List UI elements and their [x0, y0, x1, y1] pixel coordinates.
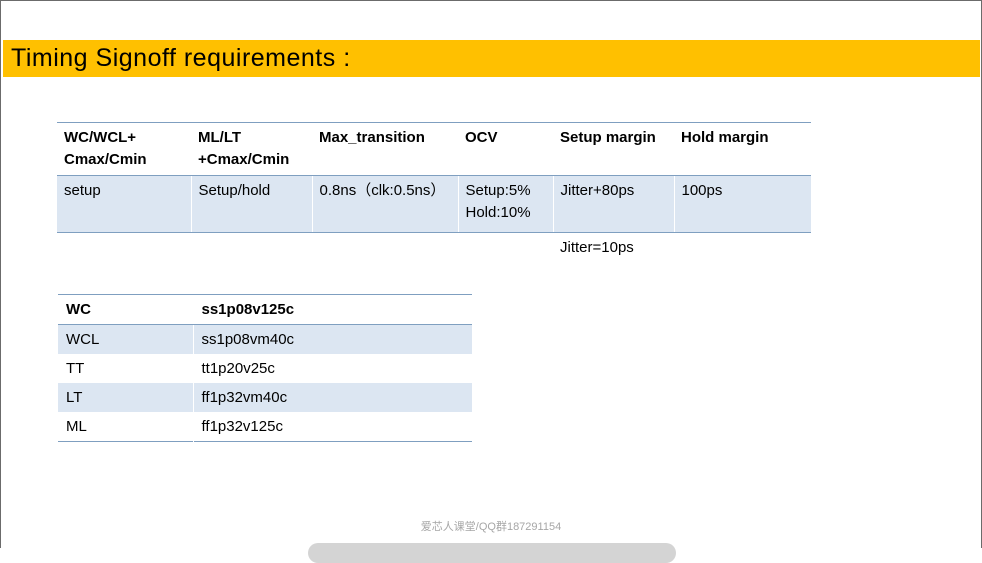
- table-header-row: WC/WCL+ Cmax/Cmin ML/LT +Cmax/Cmin Max_tra…: [57, 122, 811, 176]
- table-row: TT tt1p20v25c: [58, 354, 472, 383]
- table-row: setup Setup/hold 0.8ns（clk:0.5ns） Setup:…: [57, 175, 811, 233]
- corner-table: WC ss1p08v125c WCL ss1p08vm40c TT tt1p20…: [58, 294, 472, 442]
- cell-setup-margin: Jitter+80ps: [552, 175, 674, 233]
- cell-ocv: Setup:5% Hold:10%: [457, 175, 553, 233]
- table-row: WC ss1p08v125c: [58, 294, 472, 325]
- header-setup-margin: Setup margin: [560, 129, 656, 146]
- header-wc-wcl: WC/WCL+ Cmax/Cmin: [64, 129, 147, 168]
- header-max-transition: Max_transition: [319, 129, 425, 146]
- cell-max-transition: 0.8ns（clk:0.5ns）: [311, 175, 458, 233]
- slide-title: Timing Signoff requirements :: [11, 44, 351, 72]
- header-hold-margin: Hold margin: [681, 129, 769, 146]
- corner-lib: tt1p20v25c: [192, 354, 472, 383]
- title-banner: Timing Signoff requirements :: [3, 40, 980, 77]
- cell-hold-margin: 100ps: [673, 175, 811, 233]
- slide-frame: [0, 0, 982, 548]
- corner-name: LT: [58, 383, 193, 412]
- table-row: LT ff1p32vm40c: [58, 383, 472, 412]
- corner-lib: ss1p08vm40c: [192, 324, 472, 354]
- corner-name: WC: [58, 294, 193, 325]
- corner-name: TT: [66, 360, 85, 377]
- corner-lib: ff1p32v125c: [192, 412, 472, 442]
- corner-name: ML: [66, 418, 87, 435]
- cell-ml-lt: Setup/hold: [190, 175, 312, 233]
- table-row: Jitter=10ps: [57, 233, 811, 264]
- cell-jitter: Jitter=10ps: [560, 239, 634, 256]
- corner-lib: ss1p08v125c: [192, 294, 472, 325]
- cell-wc-wcl: setup: [57, 175, 191, 233]
- header-ml-lt: ML/LT +Cmax/Cmin: [198, 129, 290, 168]
- watermark: 爱芯人课堂/QQ群187291154: [420, 521, 562, 533]
- corner-name: WCL: [58, 324, 193, 354]
- header-ocv: OCV: [465, 129, 498, 146]
- signoff-table: WC/WCL+ Cmax/Cmin ML/LT +Cmax/Cmin Max_tra…: [57, 122, 811, 263]
- table-row: WCL ss1p08vm40c: [58, 324, 472, 354]
- table-row: ML ff1p32v125c: [58, 412, 472, 442]
- corner-lib: ff1p32vm40c: [192, 383, 472, 412]
- bottom-scrollbar[interactable]: [308, 543, 676, 563]
